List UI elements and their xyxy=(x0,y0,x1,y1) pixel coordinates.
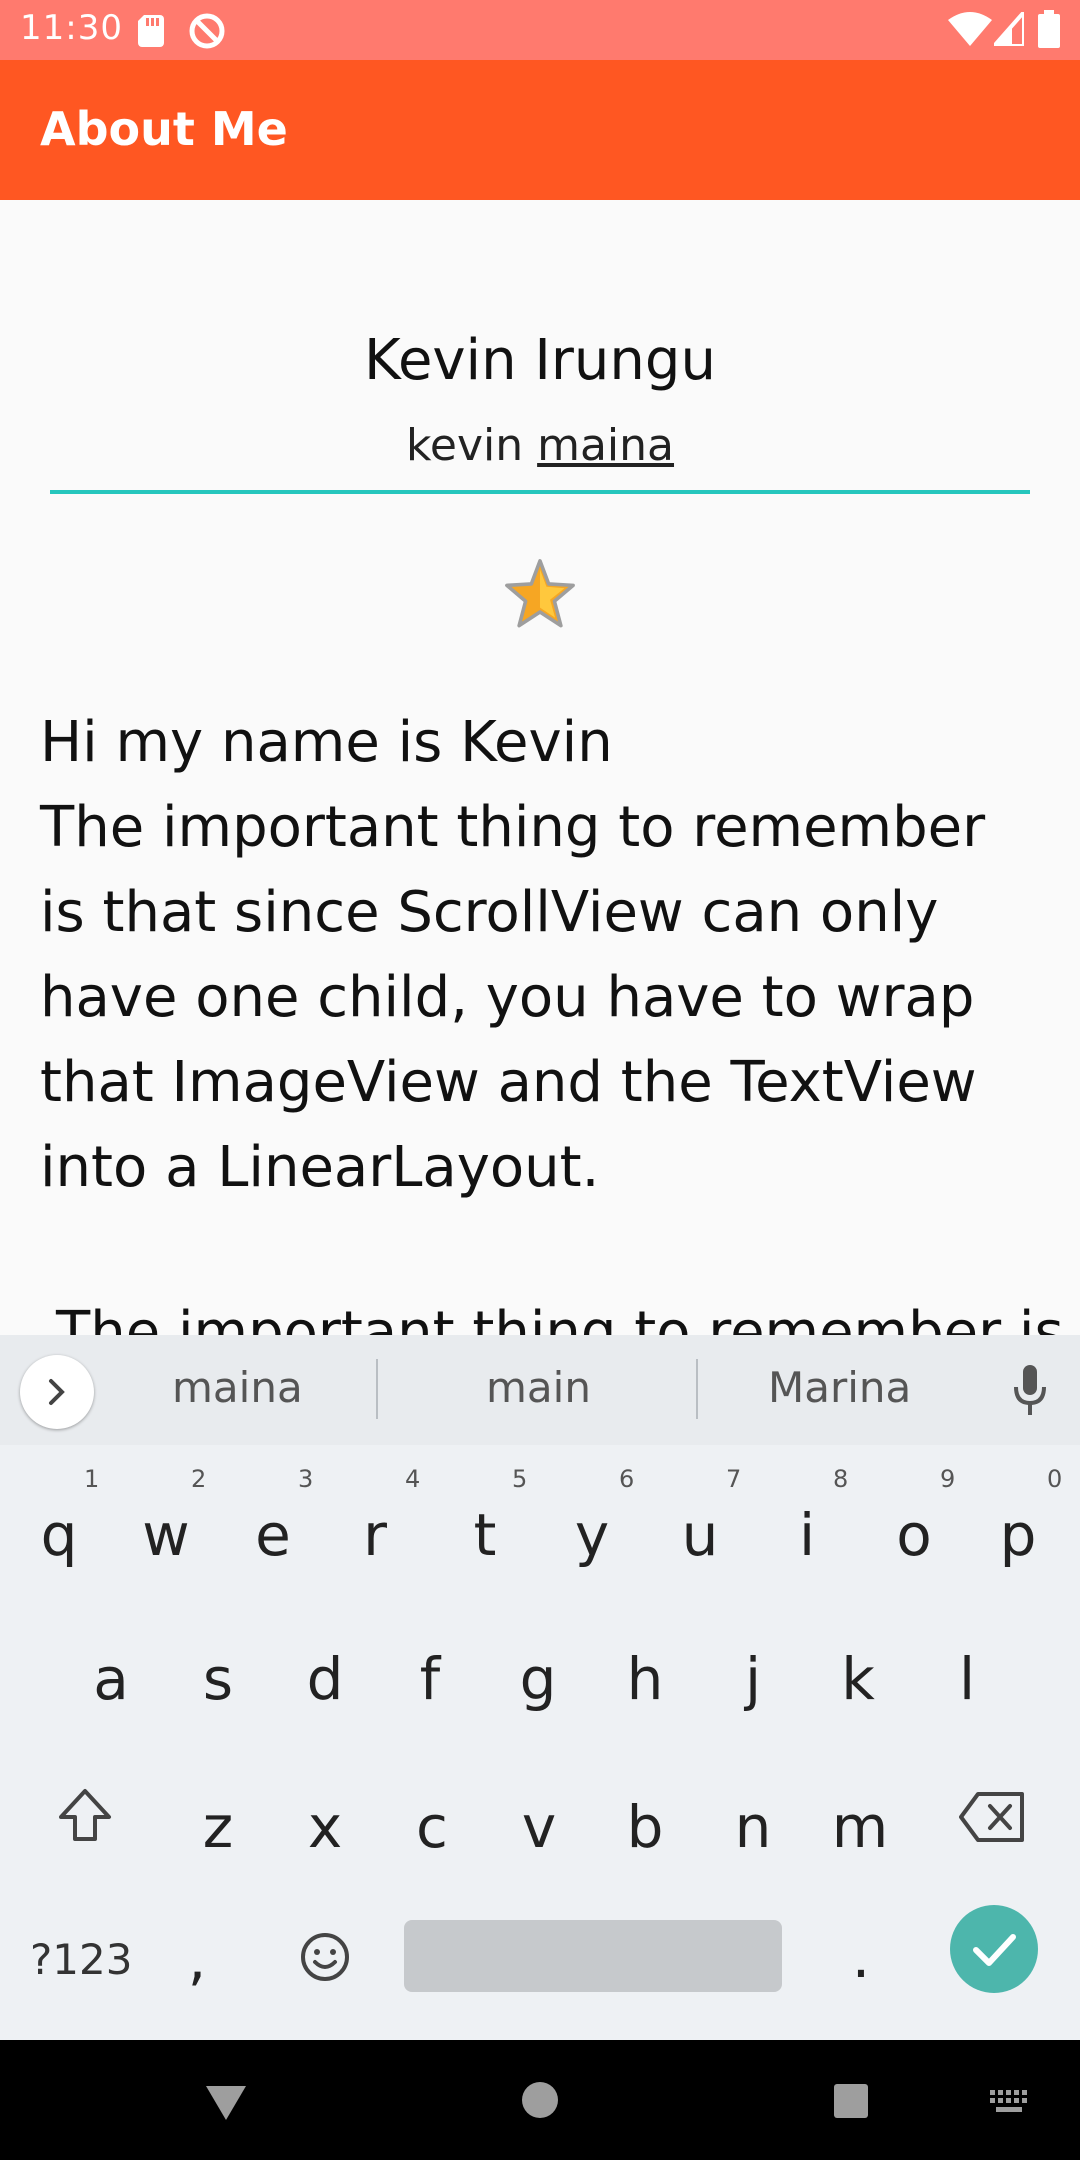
suggestion-strip: maina main Marina xyxy=(0,1335,1080,1445)
navigation-bar xyxy=(0,2040,1080,2160)
key-u[interactable]: u xyxy=(655,1501,745,1569)
nickname-composing: maina xyxy=(537,420,675,471)
battery-icon xyxy=(1038,10,1060,48)
bio-text-continued: The important thing to remember is xyxy=(56,1300,1064,1335)
key-hint: 6 xyxy=(619,1465,635,1493)
nickname-underline xyxy=(50,490,1030,494)
suggestion-divider xyxy=(376,1359,378,1419)
key-hint: 5 xyxy=(512,1465,528,1493)
key-c[interactable]: c xyxy=(387,1793,477,1861)
signal-icon xyxy=(994,12,1024,46)
space-bar[interactable] xyxy=(404,1920,782,1992)
key-s[interactable]: s xyxy=(173,1645,263,1713)
key-hint: 8 xyxy=(833,1465,849,1493)
shift-icon[interactable] xyxy=(55,1785,115,1845)
app-title: About Me xyxy=(40,102,288,156)
key-hint: 0 xyxy=(1047,1465,1063,1493)
scroll-content[interactable]: Kevin Irungu kevin maina Hi my name is K… xyxy=(0,200,1080,1335)
enter-button[interactable] xyxy=(950,1905,1038,1993)
emoji-icon[interactable] xyxy=(298,1930,352,1984)
app-bar: About Me xyxy=(0,60,1080,200)
key-h[interactable]: h xyxy=(600,1645,690,1713)
key-i[interactable]: i xyxy=(762,1501,852,1569)
wifi-icon xyxy=(948,12,992,46)
key-a[interactable]: a xyxy=(66,1645,156,1713)
keyboard-switch-icon[interactable] xyxy=(988,2088,1030,2116)
key-hint: 9 xyxy=(940,1465,956,1493)
key-hint: 2 xyxy=(191,1465,207,1493)
key-x[interactable]: x xyxy=(280,1793,370,1861)
sd-card-icon xyxy=(138,15,164,47)
key-o[interactable]: o xyxy=(869,1501,959,1569)
key-g[interactable]: g xyxy=(493,1645,583,1713)
suggestion-divider xyxy=(696,1359,698,1419)
key-f[interactable]: f xyxy=(385,1645,475,1713)
key-w[interactable]: w xyxy=(121,1501,211,1569)
key-e[interactable]: e xyxy=(228,1501,318,1569)
bio-text: Hi my name is Kevin The important thing … xyxy=(40,710,986,1200)
recents-icon[interactable] xyxy=(832,2082,870,2120)
key-hint: 1 xyxy=(84,1465,100,1493)
microphone-icon[interactable] xyxy=(1010,1363,1050,1417)
suggestion-2[interactable]: main xyxy=(486,1363,591,1412)
key-t[interactable]: t xyxy=(440,1501,530,1569)
key-v[interactable]: v xyxy=(494,1793,584,1861)
key-z[interactable]: z xyxy=(173,1793,263,1861)
key-q[interactable]: q xyxy=(14,1501,104,1569)
expand-suggestions-button[interactable] xyxy=(20,1355,94,1429)
status-bar: 11:30 xyxy=(0,0,1080,60)
key-hint: 4 xyxy=(405,1465,421,1493)
key-p[interactable]: p xyxy=(973,1501,1063,1569)
key-l[interactable]: l xyxy=(922,1645,1012,1713)
key-n[interactable]: n xyxy=(708,1793,798,1861)
key-j[interactable]: j xyxy=(708,1645,798,1713)
key-d[interactable]: d xyxy=(280,1645,370,1713)
no-sync-icon xyxy=(189,13,225,49)
home-icon[interactable] xyxy=(520,2080,560,2120)
key-y[interactable]: y xyxy=(547,1501,637,1569)
nickname-first: kevin xyxy=(405,420,524,471)
star-icon xyxy=(505,559,575,628)
back-icon[interactable] xyxy=(204,2082,248,2122)
suggestion-3[interactable]: Marina xyxy=(768,1363,911,1412)
key-hint: 3 xyxy=(298,1465,314,1493)
key-hint: 7 xyxy=(726,1465,742,1493)
symbols-key[interactable]: ?123 xyxy=(30,1935,132,1984)
chevron-right-icon xyxy=(49,1379,65,1405)
key-m[interactable]: m xyxy=(815,1793,905,1861)
key-k[interactable]: k xyxy=(813,1645,903,1713)
key-r[interactable]: r xyxy=(330,1501,420,1569)
name-text: Kevin Irungu xyxy=(364,328,716,393)
suggestion-1[interactable]: maina xyxy=(172,1363,303,1412)
key-area: q w e r t y u i o p 1 2 3 4 5 6 7 8 9 0 … xyxy=(0,1445,1080,2040)
nickname-field[interactable]: kevin maina xyxy=(50,420,1030,471)
key-period[interactable]: . xyxy=(836,1923,886,1991)
key-comma[interactable]: , xyxy=(172,1925,222,1993)
soft-keyboard: maina main Marina q w e r t y u i o p 1 … xyxy=(0,1335,1080,2040)
key-b[interactable]: b xyxy=(600,1793,690,1861)
backspace-icon[interactable] xyxy=(958,1790,1028,1844)
status-time: 11:30 xyxy=(20,8,123,48)
checkmark-icon xyxy=(973,1934,1016,1966)
